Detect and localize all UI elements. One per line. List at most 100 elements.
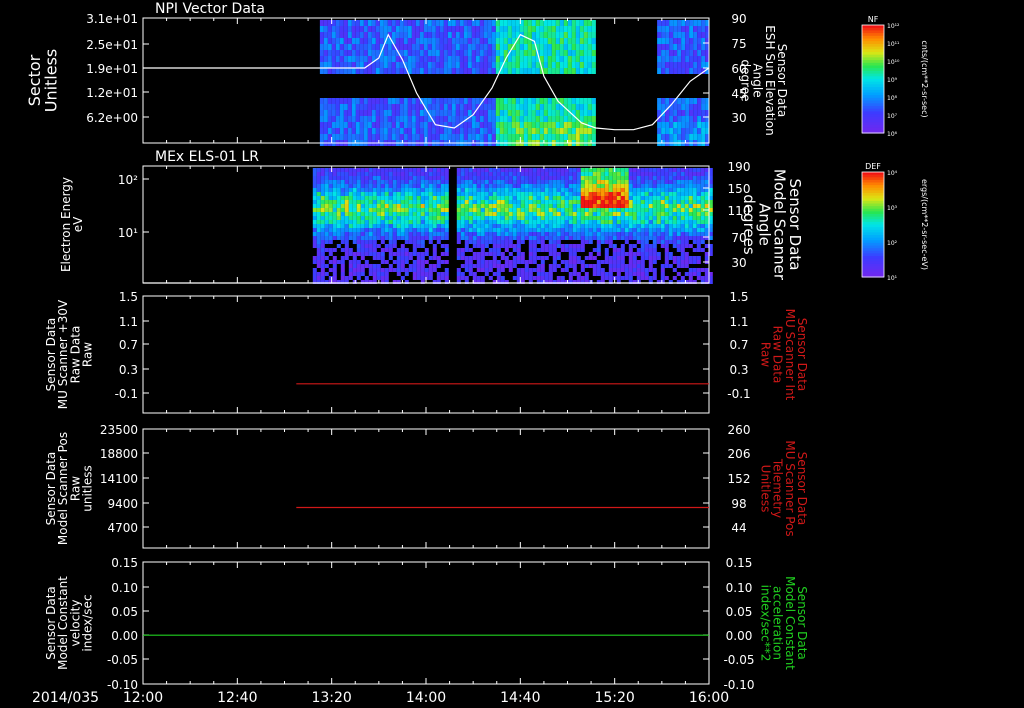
spectrogram-cell (488, 216, 493, 220)
spectrogram-cell (528, 192, 533, 196)
spectrogram-cell (547, 68, 552, 74)
spectrogram-cell (624, 264, 629, 268)
spectrogram-cell (544, 192, 549, 196)
spectrogram-cell (395, 20, 400, 26)
spectrogram-cell (479, 38, 484, 44)
spectrogram-cell (700, 200, 705, 204)
spectrogram-cell (689, 128, 694, 134)
spectrogram-cell (551, 128, 556, 134)
spectrogram-cell (688, 256, 693, 260)
spectrogram-cell (488, 184, 493, 188)
spectrogram-cell (363, 38, 368, 44)
spectrogram-cell (472, 192, 477, 196)
spectrogram-cell (519, 56, 524, 62)
spectrogram-cell (468, 224, 473, 228)
spectrogram-cell (568, 272, 573, 276)
spectrogram-cell (567, 44, 572, 50)
spectrogram-cell (319, 32, 324, 38)
spectrogram-cell (492, 212, 497, 216)
spectrogram-cell (427, 134, 432, 140)
spectrogram-cell (320, 272, 325, 276)
spectrogram-cell (399, 134, 404, 140)
spectrogram-cell (556, 192, 561, 196)
spectrogram-cell (535, 128, 540, 134)
spectrogram-cell (431, 128, 436, 134)
spectrogram-cell (704, 252, 709, 256)
spectrogram-cell (392, 184, 397, 188)
spectrogram-cell (484, 232, 489, 236)
spectrogram-cell (468, 180, 473, 184)
spectrogram-cell (504, 168, 509, 172)
spectrogram-cell (364, 208, 369, 212)
spectrogram-cell (320, 180, 325, 184)
spectrogram-cell (388, 192, 393, 196)
spectrogram-cell (340, 240, 345, 244)
spectrogram-cell (368, 208, 373, 212)
y-tick-label: 1.9e+01 (86, 62, 138, 76)
spectrogram-cell (652, 276, 657, 280)
spectrogram-cell (483, 44, 488, 50)
spectrogram-cell (396, 196, 401, 200)
spectrogram-cell (316, 196, 321, 200)
spectrogram-cell (335, 110, 340, 116)
spectrogram-cell (697, 38, 702, 44)
spectrogram-cell (455, 110, 460, 116)
spectrogram-cell (632, 236, 637, 240)
spectrogram-cell (676, 240, 681, 244)
spectrogram-cell (483, 56, 488, 62)
spectrogram-cell (340, 268, 345, 272)
spectrogram-cell (665, 56, 670, 62)
spectrogram-cell (524, 224, 529, 228)
spectrogram-cell (540, 244, 545, 248)
spectrogram-cell (372, 248, 377, 252)
spectrogram-cell (496, 276, 501, 280)
spectrogram-cell (372, 216, 377, 220)
spectrogram-cell (527, 110, 532, 116)
spectrogram-cell (488, 168, 493, 172)
spectrogram-cell (412, 264, 417, 268)
time-tick-label: 16:00 (689, 690, 729, 706)
spectrogram-cell (332, 272, 337, 276)
spectrogram-cell (363, 44, 368, 50)
spectrogram-cell (476, 180, 481, 184)
spectrogram-cell (320, 244, 325, 248)
spectrogram-cell (427, 32, 432, 38)
spectrogram-cell (524, 196, 529, 200)
spectrogram-cell (552, 204, 557, 208)
spectrogram-cell (424, 232, 429, 236)
spectrogram-cell (552, 216, 557, 220)
spectrogram-cell (352, 216, 357, 220)
spectrogram-cell (584, 208, 589, 212)
spectrogram-cell (539, 50, 544, 56)
spectrogram-cell (455, 134, 460, 140)
spectrogram-cell (463, 38, 468, 44)
spectrogram-cell (681, 56, 686, 62)
spectrogram-cell (652, 252, 657, 256)
spectrogram-cell (500, 268, 505, 272)
spectrogram-cell (587, 98, 592, 104)
spectrogram-cell (620, 276, 625, 280)
spectrogram-cell (480, 220, 485, 224)
spectrogram-cell (591, 110, 596, 116)
spectrogram-cell (567, 32, 572, 38)
spectrogram-cell (591, 68, 596, 74)
spectrogram-cell (504, 184, 509, 188)
spectrogram-cell (548, 232, 553, 236)
spectrogram-cell (676, 264, 681, 268)
spectrogram-cell (648, 188, 653, 192)
spectrogram-cell (432, 172, 437, 176)
spectrogram-cell (508, 244, 513, 248)
spectrogram-cell (616, 220, 621, 224)
spectrogram-cell (684, 260, 689, 264)
spectrogram-cell (431, 20, 436, 26)
spectrogram-cell (471, 128, 476, 134)
spectrogram-cell (676, 180, 681, 184)
spectrogram-cell (620, 236, 625, 240)
spectrogram-cell (652, 192, 657, 196)
spectrogram-cell (332, 212, 337, 216)
spectrogram-cell (616, 188, 621, 192)
spectrogram-cell (451, 62, 456, 68)
right-y-tick-label: 1.5 (729, 290, 748, 304)
spectrogram-cell (355, 26, 360, 32)
spectrogram-cell (580, 172, 585, 176)
